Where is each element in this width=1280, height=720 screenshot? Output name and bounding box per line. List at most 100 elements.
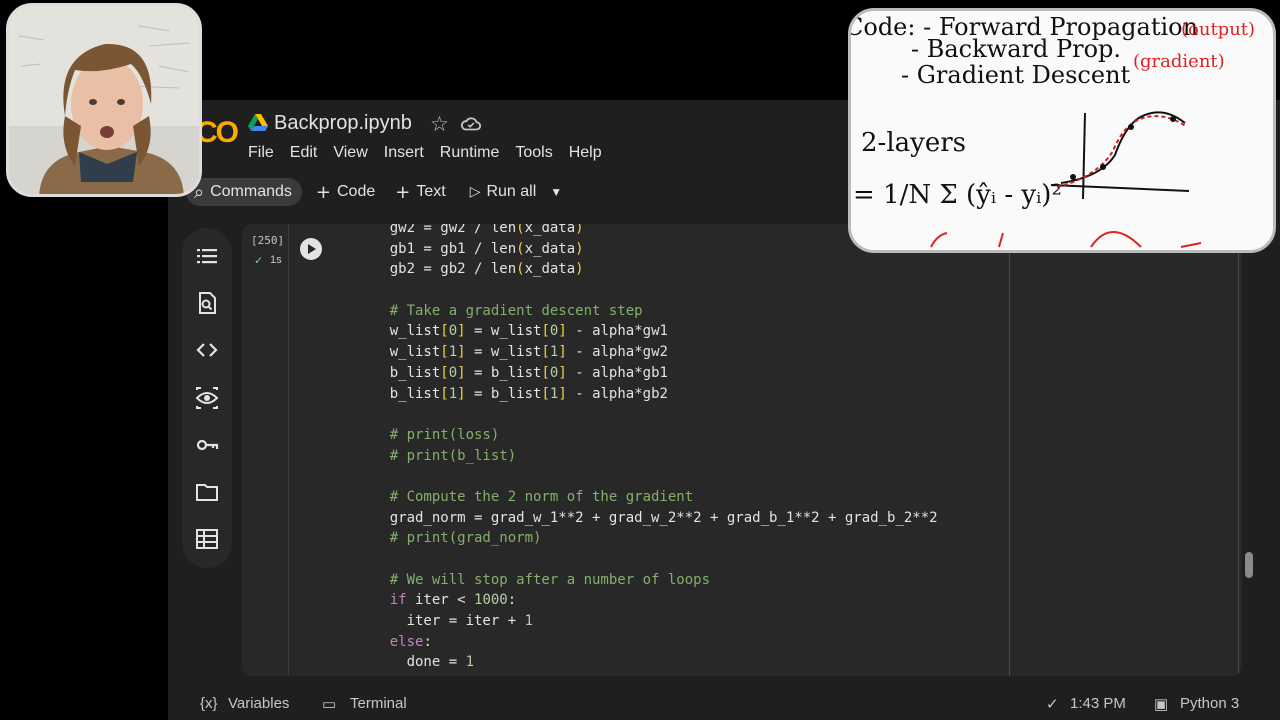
run-all-button[interactable]: ▷ Run all ▼ xyxy=(470,178,562,206)
code-token: ( xyxy=(516,261,525,278)
code-token: # We will stop after a number of loops xyxy=(356,571,711,588)
code-line[interactable] xyxy=(356,280,938,301)
code-token: [ xyxy=(440,323,449,340)
code-line[interactable]: # print(loss) xyxy=(356,425,938,446)
table-icon[interactable] xyxy=(195,527,219,551)
plus-icon: + xyxy=(315,181,331,203)
folder-icon[interactable] xyxy=(195,480,219,504)
code-line[interactable]: # Take a gradient descent step xyxy=(356,301,938,322)
note-line-1-annotation: (output) xyxy=(1181,19,1255,40)
code-token: 1 xyxy=(465,654,475,671)
code-line[interactable]: gb2 = gb2 / len(x_data) xyxy=(356,259,938,280)
code-line[interactable]: done = 1 xyxy=(356,652,938,673)
code-token: done = xyxy=(356,654,466,671)
code-snippets-icon[interactable] xyxy=(195,338,219,362)
code-token: 1 xyxy=(448,344,458,361)
code-token: ] xyxy=(558,323,567,340)
whiteboard-notes: Code: - Forward Propagation (output) - B… xyxy=(851,13,1255,248)
scrollbar-thumb[interactable] xyxy=(1245,552,1253,578)
table-of-contents-icon[interactable] xyxy=(195,244,219,268)
code-token: x_data xyxy=(524,261,576,278)
run-cell-button[interactable] xyxy=(300,238,322,260)
add-text-label: Text xyxy=(416,183,446,200)
star-icon[interactable]: ☆ xyxy=(430,112,449,136)
add-code-button[interactable]: + Code xyxy=(316,178,375,206)
execution-time: 1s xyxy=(270,254,282,266)
code-token: x_data xyxy=(524,224,576,236)
commands-button[interactable]: ⌕ Commands xyxy=(186,178,302,206)
code-line[interactable]: gb1 = gb1 / len(x_data) xyxy=(356,239,938,260)
code-token: ] xyxy=(558,364,567,381)
add-text-button[interactable]: + Text xyxy=(395,178,445,206)
note-line-3: - Gradient Descent xyxy=(901,61,1131,89)
caret-down-icon[interactable]: ▼ xyxy=(550,185,562,199)
code-token: = w_list xyxy=(465,344,542,361)
menu-edit[interactable]: Edit xyxy=(290,144,318,162)
code-token: [ xyxy=(541,364,550,381)
menu-file[interactable]: File xyxy=(248,144,274,162)
code-token: ] xyxy=(558,344,567,361)
code-token: else xyxy=(356,633,424,650)
ruler-line xyxy=(1009,224,1010,676)
code-token: [ xyxy=(541,344,550,361)
code-cell[interactable]: [250] ✓ 1s gw2 = gw2 / len(x_data) gb1 =… xyxy=(242,224,1242,676)
execution-count: [250] xyxy=(251,234,285,247)
code-token: - alpha*gb1 xyxy=(566,364,668,381)
menu-runtime[interactable]: Runtime xyxy=(440,144,500,162)
notebook-toolbar: ⌕ Commands + Code + Text ▷ Run all ▼ xyxy=(186,178,562,206)
menu-help[interactable]: Help xyxy=(569,144,602,162)
kernel-label[interactable]: Python 3 xyxy=(1180,695,1239,712)
code-token: 1 xyxy=(524,613,534,630)
find-replace-icon[interactable] xyxy=(195,291,219,315)
code-line[interactable]: # print(grad_norm) xyxy=(356,528,938,549)
menu-tools[interactable]: Tools xyxy=(515,144,552,162)
secrets-eye-icon[interactable] xyxy=(195,386,219,410)
code-line[interactable]: # Compute the 2 norm of the gradient xyxy=(356,487,938,508)
kernel-icon: ▣ xyxy=(1154,696,1169,713)
loss-formula: = 1/N Σ (ŷᵢ - yᵢ)² xyxy=(853,180,1062,210)
run-all-label: Run all xyxy=(486,183,537,200)
code-token: w_list xyxy=(356,344,441,361)
code-line[interactable] xyxy=(356,404,938,425)
code-token: gw2 = gw2 / len xyxy=(356,224,517,236)
note-line-2: - Backward Prop. xyxy=(911,35,1121,63)
code-line[interactable] xyxy=(356,549,938,570)
code-line[interactable]: if iter < 1000: xyxy=(356,590,938,611)
check-icon: ✓ xyxy=(1046,696,1059,713)
status-bar: {x} Variables ▭ Terminal ✓ 1:43 PM ▣ Pyt… xyxy=(168,687,1280,720)
variables-button[interactable]: Variables xyxy=(228,695,289,712)
code-token: [ xyxy=(440,364,449,381)
code-token: 0 xyxy=(448,364,458,381)
code-line[interactable]: iter = iter + 1 xyxy=(356,611,938,632)
code-line[interactable]: grad_norm = grad_w_1**2 + grad_w_2**2 + … xyxy=(356,508,938,529)
code-token: ] xyxy=(457,323,466,340)
code-token: 0 xyxy=(448,323,458,340)
code-token: ( xyxy=(516,224,525,236)
menu-insert[interactable]: Insert xyxy=(384,144,424,162)
code-line[interactable]: # print(b_list) xyxy=(356,446,938,467)
cloud-saved-icon[interactable] xyxy=(460,114,482,134)
code-line[interactable]: # We will stop after a number of loops xyxy=(356,570,938,591)
menu-bar: File Edit View Insert Runtime Tools Help xyxy=(248,144,618,162)
code-token: = b_list xyxy=(465,385,542,402)
code-line[interactable]: b_list[0] = b_list[0] - alpha*gb1 xyxy=(356,363,938,384)
plus-icon: + xyxy=(395,181,411,203)
code-token: # print(loss) xyxy=(356,426,500,443)
key-icon[interactable] xyxy=(195,433,219,457)
notebook-title[interactable]: Backprop.ipynb xyxy=(274,112,412,135)
code-line[interactable]: w_list[1] = w_list[1] - alpha*gw2 xyxy=(356,342,938,363)
code-line[interactable]: b_list[1] = b_list[1] - alpha*gb2 xyxy=(356,384,938,405)
colab-logo[interactable]: CO xyxy=(196,116,239,150)
menu-view[interactable]: View xyxy=(333,144,367,162)
code-token: = b_list xyxy=(465,364,542,381)
code-editor[interactable]: gw2 = gw2 / len(x_data) gb1 = gb1 / len(… xyxy=(356,224,938,673)
side-rail xyxy=(182,228,232,568)
cell-edge-line xyxy=(1238,224,1239,676)
code-line[interactable]: w_list[0] = w_list[0] - alpha*gw1 xyxy=(356,321,938,342)
code-token: b_list xyxy=(356,364,441,381)
code-line[interactable]: else: xyxy=(356,632,938,653)
terminal-button[interactable]: Terminal xyxy=(350,695,407,712)
code-line[interactable] xyxy=(356,466,938,487)
note-line-4: 2-layers xyxy=(861,128,966,158)
code-token: # print(grad_norm) xyxy=(356,530,542,547)
